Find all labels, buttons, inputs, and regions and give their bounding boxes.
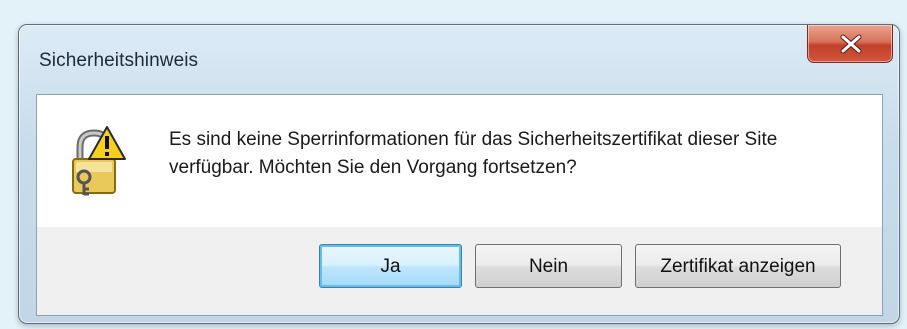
no-button[interactable]: Nein [475, 244, 622, 288]
title-bar[interactable]: Sicherheitshinweis [19, 25, 899, 87]
close-icon [840, 34, 862, 54]
message-area: Es sind keine Sperrinformationen für das… [37, 95, 882, 227]
window-title: Sicherheitshinweis [39, 50, 199, 71]
screenshot-page: Sicherheitshinweis Es sind keine Sperrin… [0, 0, 907, 329]
security-warning-icon [72, 126, 126, 196]
security-dialog-window: Sicherheitshinweis Es sind keine Sperrin… [18, 24, 900, 324]
close-button[interactable] [807, 25, 893, 63]
view-certificate-button[interactable]: Zertifikat anzeigen [635, 244, 841, 288]
message-line-1: Es sind keine Sperrinformationen für das… [169, 129, 778, 150]
message-line-2: verfügbar. Möchten Sie den Vorgang forts… [169, 157, 577, 178]
dialog-client-area: Es sind keine Sperrinformationen für das… [36, 94, 883, 316]
dialog-message: Es sind keine Sperrinformationen für das… [169, 126, 869, 182]
yes-button[interactable]: Ja [319, 244, 462, 288]
